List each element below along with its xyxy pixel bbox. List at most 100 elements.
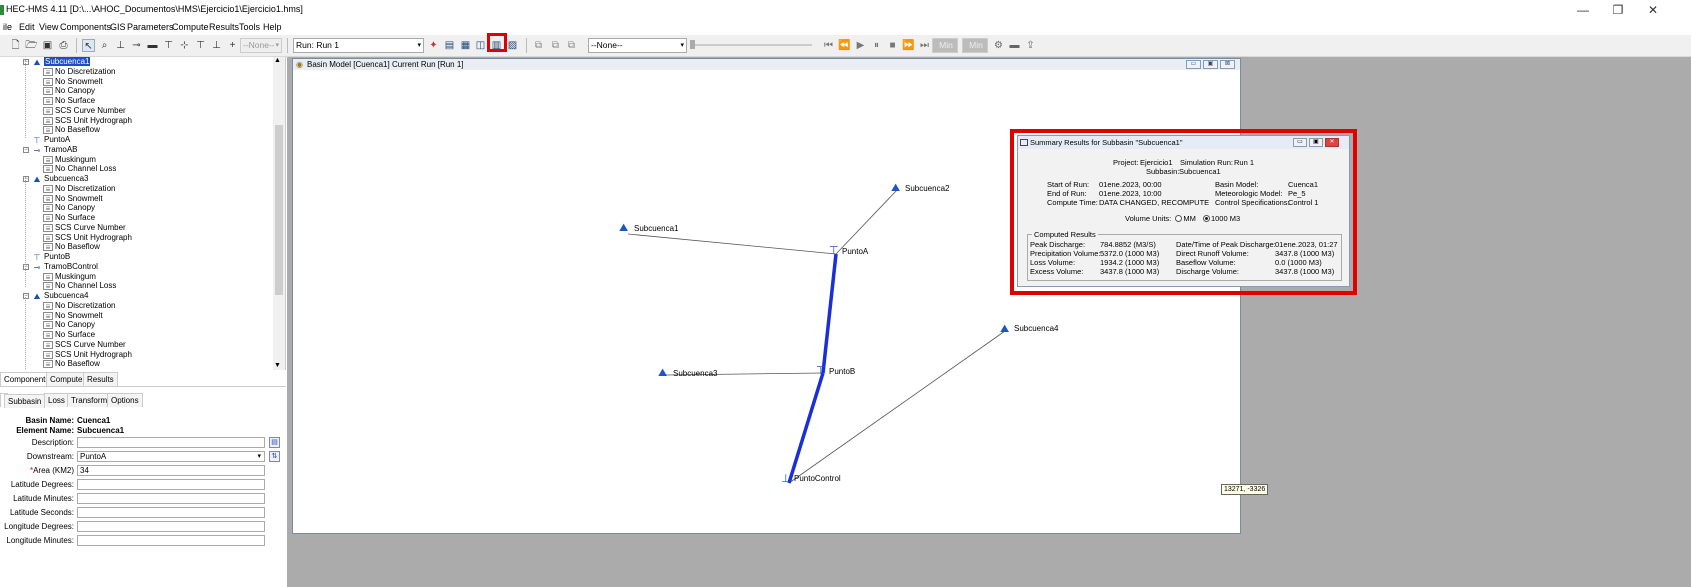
- tab-results[interactable]: Results: [83, 372, 118, 386]
- copy-graph-icon[interactable]: ⧉: [532, 39, 545, 52]
- tree-node[interactable]: ⊸ TramoBControl: [32, 262, 98, 272]
- tab-compute[interactable]: Compute: [46, 372, 87, 386]
- run-select[interactable]: Run: Run 1 ▾: [293, 38, 424, 53]
- latitude-minutes-field[interactable]: [77, 493, 265, 504]
- downstream-connect-icon[interactable]: ⇅: [269, 451, 280, 462]
- downstream-select[interactable]: PuntoA ▾: [77, 451, 265, 462]
- tree-node[interactable]: ≡ No Baseflow: [43, 359, 100, 369]
- export-icon[interactable]: ⇪: [1024, 39, 1037, 52]
- scroll-down-icon[interactable]: ▼: [274, 362, 281, 369]
- junction-tool-icon[interactable]: ⊤: [162, 39, 175, 52]
- longitude-degrees-field[interactable]: [77, 521, 265, 532]
- crosshair-tool-icon[interactable]: +: [226, 39, 239, 52]
- skip-start-icon[interactable]: ⏮: [822, 39, 835, 52]
- menu-parameters[interactable]: Parameters: [127, 22, 174, 32]
- menu-results[interactable]: Results: [209, 22, 239, 32]
- menu-tools[interactable]: Tools: [239, 22, 260, 32]
- tree-node[interactable]: ⛰ Subcuenca1: [32, 57, 91, 67]
- print-icon[interactable]: ⎙: [57, 39, 70, 52]
- new-file-icon[interactable]: 🗋: [9, 39, 22, 52]
- sink-tool-icon[interactable]: ⊥: [210, 39, 223, 52]
- latitude-seconds-field[interactable]: [77, 507, 265, 518]
- tree-node[interactable]: ≡ No Surface: [43, 213, 95, 223]
- latitude-degrees-field[interactable]: [77, 479, 265, 490]
- basin-maximize-button[interactable]: ▣: [1203, 60, 1218, 69]
- tree-node[interactable]: ⛰ Subcuenca3: [32, 174, 89, 184]
- tree-node[interactable]: ≡ SCS Curve Number: [43, 106, 126, 116]
- none-select-2[interactable]: --None-- ▾: [588, 38, 687, 53]
- tree-expander-icon[interactable]: −: [23, 176, 29, 182]
- basin-minimize-button[interactable]: ▭: [1186, 60, 1201, 69]
- tree-node[interactable]: ≡ No Channel Loss: [43, 164, 116, 174]
- tree-node[interactable]: ≡ No Canopy: [43, 203, 95, 213]
- tree-node[interactable]: ≡ No Discretization: [43, 301, 115, 311]
- global-summary-icon[interactable]: ▤: [443, 39, 456, 52]
- tree-node[interactable]: ≡ No Discretization: [43, 67, 115, 77]
- time-series-table-icon[interactable]: ▨: [506, 39, 519, 52]
- menu-compute[interactable]: Compute: [172, 22, 209, 32]
- tree-node[interactable]: ≡ SCS Unit Hydrograph: [43, 350, 132, 360]
- tree-node[interactable]: ≡ No Canopy: [43, 86, 95, 96]
- puntoB-icon[interactable]: ⊤: [816, 366, 826, 377]
- tab-transform[interactable]: Transform: [67, 393, 112, 407]
- tree-node[interactable]: ≡ SCS Unit Hydrograph: [43, 233, 132, 243]
- tree-node[interactable]: ⊤ PuntoB: [32, 252, 71, 262]
- step-forward-icon[interactable]: ⏩: [902, 39, 915, 52]
- tree-node[interactable]: ≡ SCS Curve Number: [43, 223, 126, 233]
- basin-close-button[interactable]: ⊠: [1220, 60, 1235, 69]
- reservoir-tool-icon[interactable]: ▬: [146, 39, 159, 52]
- menu-view[interactable]: View: [39, 22, 58, 32]
- subcuenca4-icon[interactable]: ⛰: [1000, 324, 1009, 335]
- puntoA-icon[interactable]: ⊤: [829, 246, 839, 257]
- tree-node[interactable]: ≡ Muskingum: [43, 272, 96, 282]
- min-field-2[interactable]: Min: [962, 38, 988, 53]
- open-folder-icon[interactable]: 🗁: [25, 39, 38, 52]
- source-tool-icon[interactable]: ⊤: [194, 39, 207, 52]
- tab-loss[interactable]: Loss: [44, 393, 69, 407]
- step-back-icon[interactable]: ⏪: [838, 39, 851, 52]
- save-icon[interactable]: ▣: [41, 39, 54, 52]
- tree-node[interactable]: ≡ No Discretization: [43, 184, 115, 194]
- none-select-1[interactable]: --None-- ▾: [240, 38, 282, 53]
- minimize-button[interactable]: —: [1568, 2, 1598, 18]
- play-icon[interactable]: ▶: [854, 39, 867, 52]
- tree-node[interactable]: ≡ No Snowmelt: [43, 77, 103, 87]
- tree-node[interactable]: ≡ No Baseflow: [43, 242, 100, 252]
- tree-node[interactable]: ≡ Muskingum: [43, 155, 96, 165]
- tree-expander-icon[interactable]: −: [23, 59, 29, 65]
- tree-node[interactable]: ≡ SCS Curve Number: [43, 340, 126, 350]
- subcuenca2-icon[interactable]: ⛰: [891, 183, 900, 194]
- camera-icon[interactable]: ▬: [1008, 39, 1021, 52]
- diversion-tool-icon[interactable]: ⊹: [178, 39, 191, 52]
- tree-scrollbar[interactable]: ▲ ▼: [273, 57, 285, 370]
- zoom-tool-icon[interactable]: ⌕: [98, 39, 111, 52]
- time-slider[interactable]: [692, 44, 812, 46]
- tree-node[interactable]: ≡ No Surface: [43, 96, 95, 106]
- element-graph-icon[interactable]: ▦: [459, 39, 472, 52]
- menu-help[interactable]: Help: [263, 22, 282, 32]
- time-slider-thumb[interactable]: [690, 40, 695, 49]
- min-field-1[interactable]: Min: [932, 38, 958, 53]
- subcuenca1-icon[interactable]: ⛰: [619, 223, 628, 234]
- tree-node[interactable]: ⛰ Subcuenca4: [32, 291, 89, 301]
- restore-button[interactable]: ❐: [1603, 2, 1633, 18]
- tree-node-partial[interactable]: ⊥: [32, 369, 44, 370]
- gear-icon[interactable]: ⚙: [992, 39, 1005, 52]
- copy-chart-icon[interactable]: ⧉: [565, 39, 578, 52]
- arrow-tool-icon[interactable]: ↖: [82, 39, 95, 52]
- tree-expander-icon[interactable]: −: [23, 263, 29, 270]
- description-editor-icon[interactable]: ▤: [269, 437, 280, 448]
- reach-tramoAB[interactable]: [821, 253, 838, 374]
- puntocontrol-icon[interactable]: ⊥: [781, 474, 791, 485]
- menu-components[interactable]: Components: [60, 22, 111, 32]
- basin-window-titlebar[interactable]: ◉ Basin Model [Cuenca1] Current Run [Run…: [293, 59, 1240, 70]
- reach-tramoBControl[interactable]: [787, 372, 825, 484]
- tree-node[interactable]: ≡ No Canopy: [43, 320, 95, 330]
- menu-file[interactable]: ile: [3, 22, 12, 32]
- subcuenca3-icon[interactable]: ⛰: [658, 368, 667, 379]
- menu-edit[interactable]: Edit: [19, 22, 35, 32]
- tree-expander-icon[interactable]: −: [23, 293, 29, 299]
- tree-node[interactable]: ⊤ PuntoA: [32, 135, 71, 145]
- tab-options[interactable]: Options: [107, 393, 143, 407]
- reach-tool-icon[interactable]: ⊸: [130, 39, 143, 52]
